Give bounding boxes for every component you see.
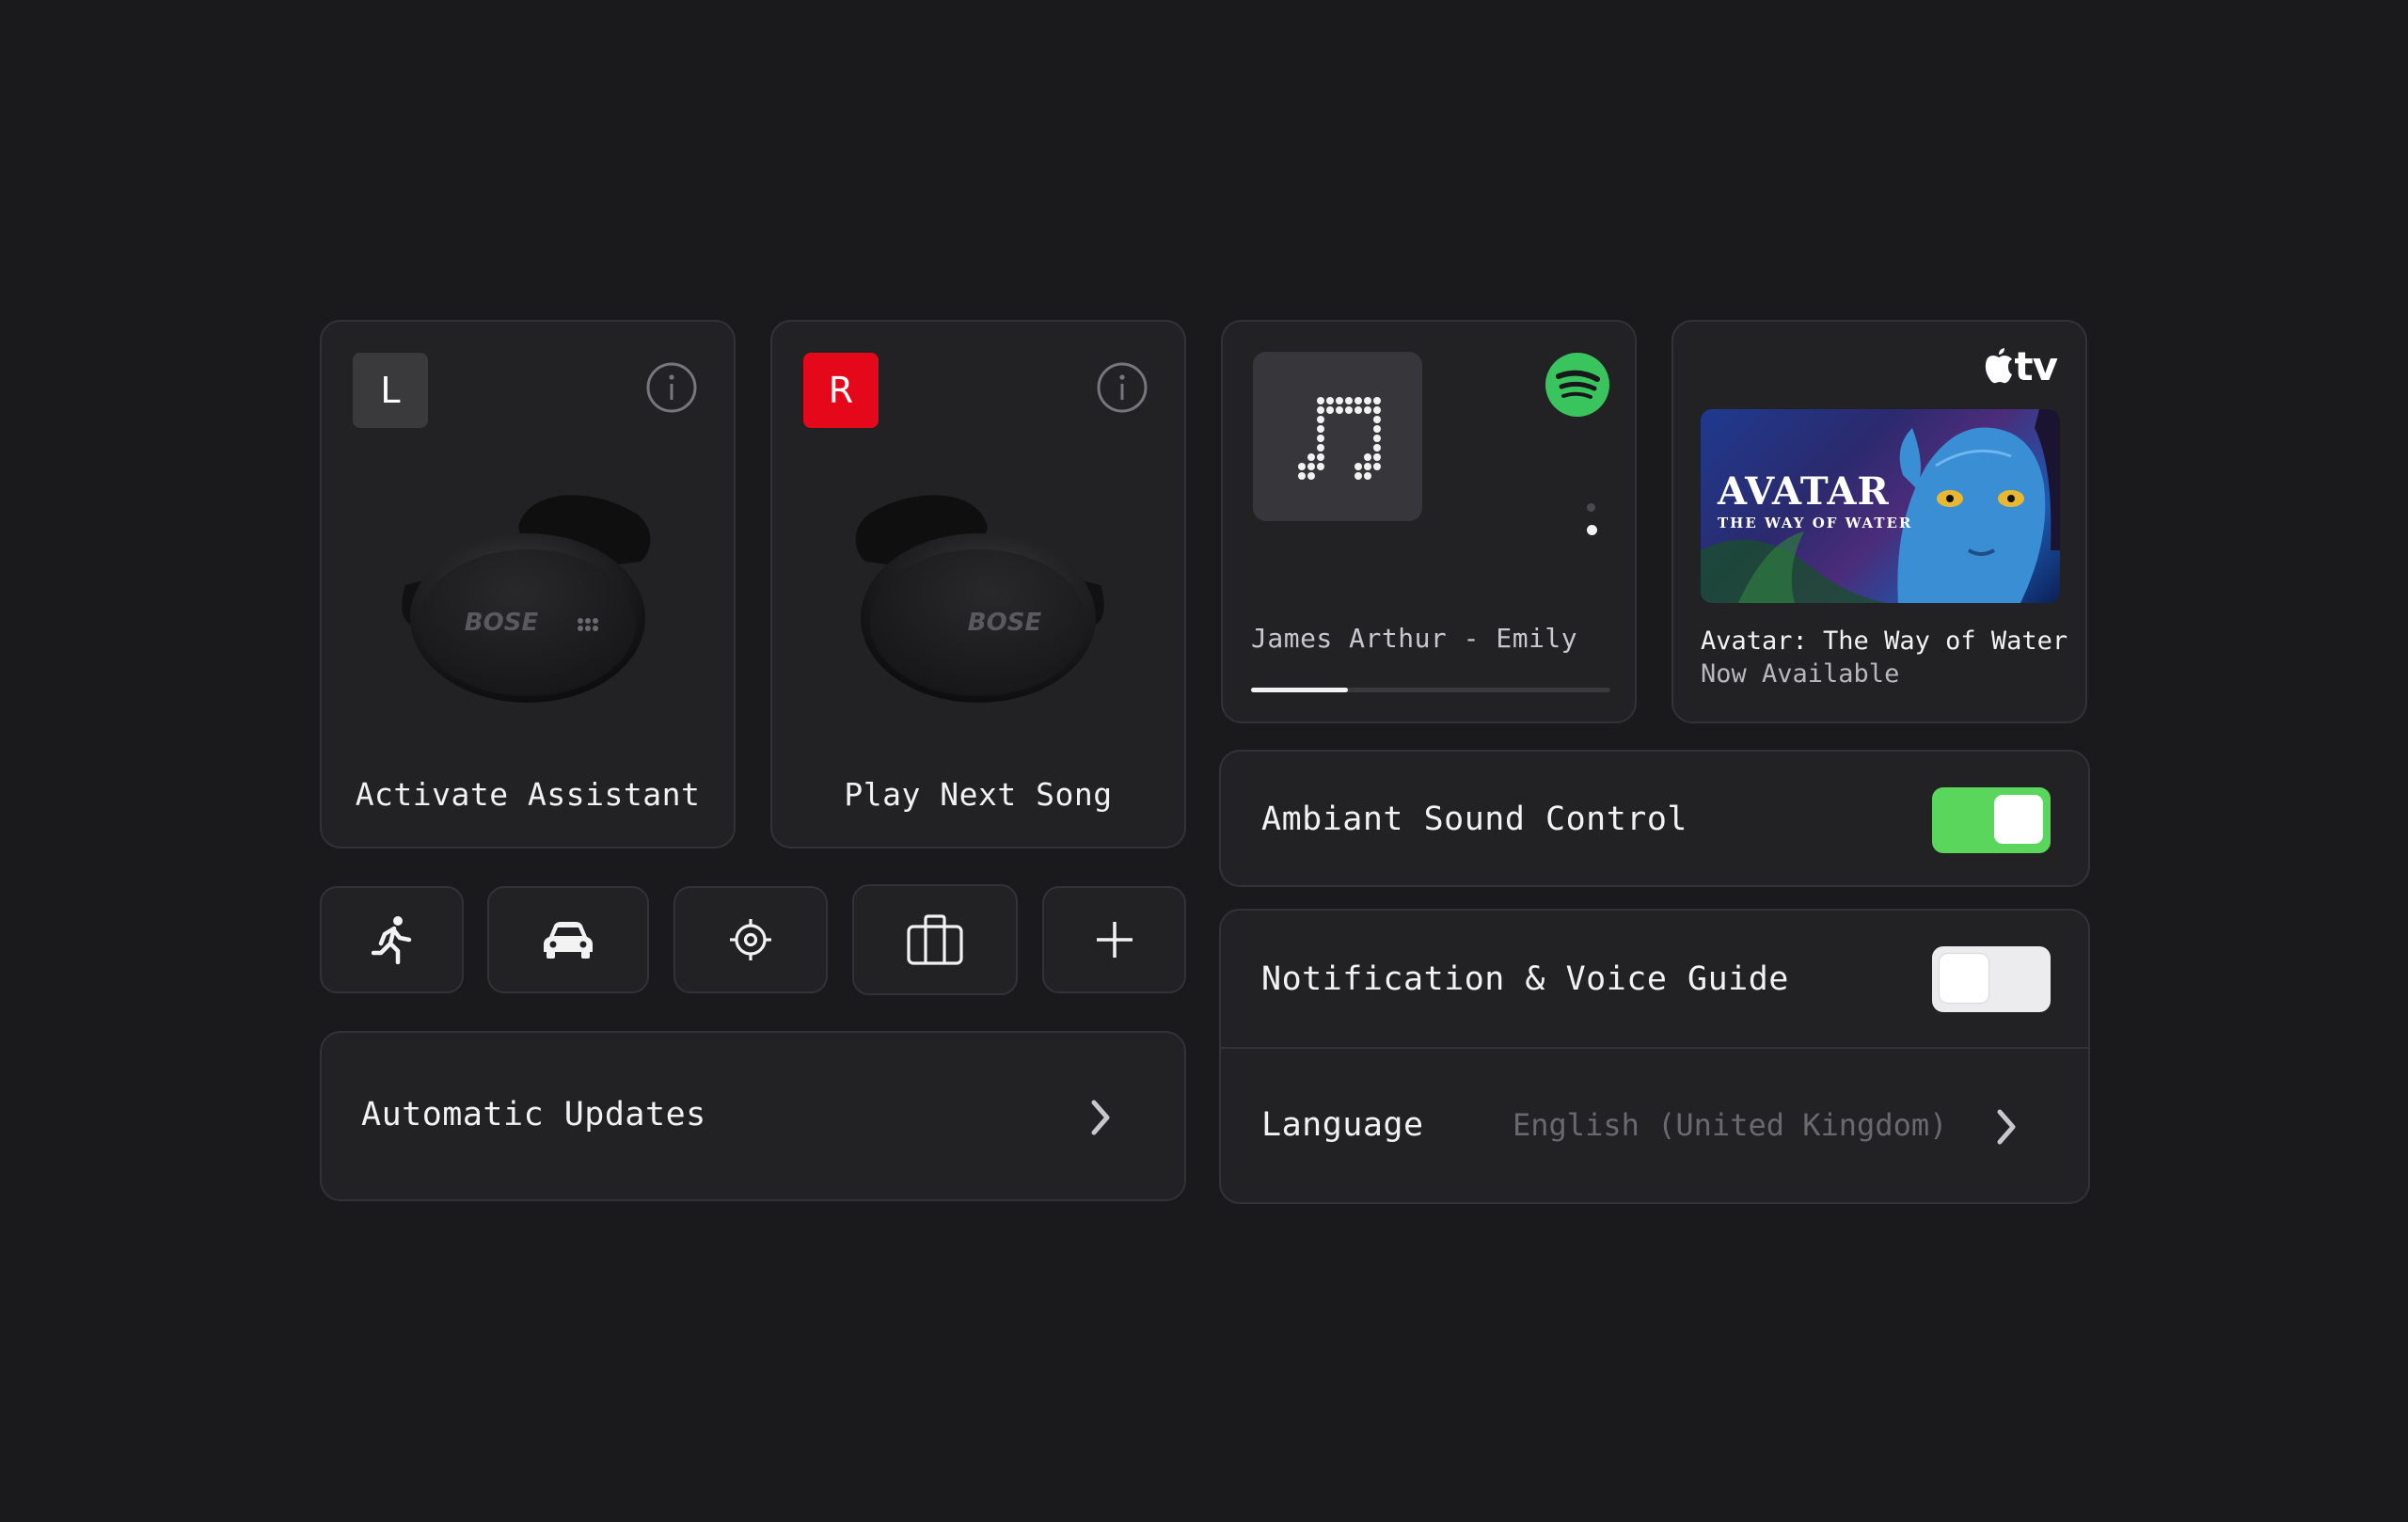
car-mode-button[interactable] — [487, 886, 649, 993]
chevron-right-icon — [1997, 1109, 2016, 1145]
poster-subtitle: THE WAY OF WATER — [1718, 515, 1913, 531]
right-earbud-card[interactable]: R BOSE Play Next Song — [770, 320, 1186, 848]
left-earbud-image: BOSE — [402, 495, 651, 703]
music-note-icon — [1298, 397, 1381, 480]
apple-tv-logo: tv — [1985, 343, 2058, 389]
right-action-label: Play Next Song — [844, 776, 1113, 813]
language-row[interactable]: Language English (United Kingdom) — [1221, 1049, 2088, 1204]
ambient-sound-label: Ambiant Sound Control — [1261, 801, 1688, 838]
music-player-card[interactable]: James Arthur - Emily — [1221, 320, 1637, 723]
page-dot — [1587, 503, 1595, 512]
automatic-updates-row[interactable]: Automatic Updates — [320, 1031, 1186, 1201]
progress-fill — [1251, 688, 1349, 692]
language-label: Language — [1261, 1106, 1424, 1144]
movie-poster[interactable]: AVATAR THE WAY OF WATER — [1701, 409, 2060, 603]
briefcase-icon — [907, 914, 963, 965]
right-badge: R — [803, 353, 879, 428]
chevron-right-icon — [1091, 1100, 1110, 1135]
page-indicator — [1587, 503, 1597, 535]
briefcase-mode-button[interactable] — [852, 884, 1018, 995]
automatic-updates-label: Automatic Updates — [361, 1096, 706, 1134]
target-mode-button[interactable] — [673, 886, 828, 993]
left-badge: L — [353, 353, 428, 428]
language-value: English (United Kingdom) — [1513, 1107, 1948, 1143]
car-icon — [544, 922, 593, 959]
notification-row[interactable]: Notification & Voice Guide — [1221, 911, 2088, 1047]
left-earbud-card[interactable]: L BOSE Activate Assistant — [320, 320, 736, 848]
info-icon[interactable] — [1096, 361, 1149, 414]
spotify-icon[interactable] — [1545, 352, 1610, 418]
notification-label: Notification & Voice Guide — [1261, 960, 1789, 998]
brand-text: BOSE — [968, 609, 1042, 637]
album-art — [1253, 352, 1422, 521]
tv-logo-text: tv — [2014, 343, 2058, 389]
toggle-knob — [1940, 954, 1988, 1003]
apple-icon — [1985, 348, 2012, 384]
brand-text: BOSE — [465, 609, 539, 637]
plus-icon — [1096, 922, 1133, 958]
target-icon — [730, 919, 771, 960]
page-dot-active — [1587, 525, 1597, 535]
info-icon[interactable] — [645, 361, 698, 414]
movie-subtitle: Now Available — [1701, 659, 1900, 689]
ambient-sound-row[interactable]: Ambiant Sound Control — [1219, 750, 2090, 887]
track-title: James Arthur - Emily — [1251, 623, 1578, 654]
apple-tv-card[interactable]: tv AVATAR THE WAY OF WATER Avatar: The W… — [1671, 320, 2087, 723]
add-mode-button[interactable] — [1042, 886, 1186, 993]
toggle-knob — [1994, 795, 2043, 844]
settings-group: Notification & Voice Guide Language Engl… — [1219, 909, 2090, 1204]
progress-bar[interactable] — [1251, 688, 1610, 692]
running-icon — [371, 916, 411, 964]
movie-title: Avatar: The Way of Water — [1701, 626, 2068, 656]
poster-title: AVATAR — [1718, 469, 1890, 514]
right-earbud-image: BOSE — [855, 495, 1104, 703]
ambient-sound-toggle[interactable] — [1932, 787, 2051, 853]
notification-toggle[interactable] — [1932, 946, 2051, 1012]
running-mode-button[interactable] — [320, 886, 464, 993]
left-action-label: Activate Assistant — [355, 776, 701, 813]
